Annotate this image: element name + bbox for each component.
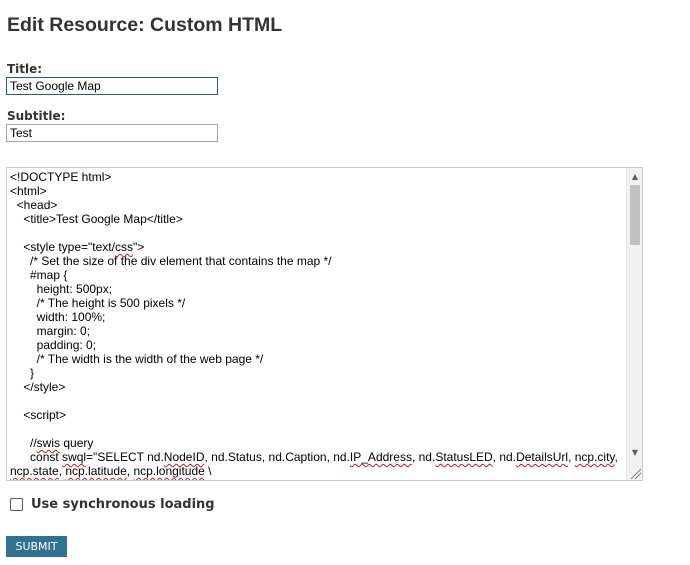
editor-line: }	[10, 366, 35, 380]
editor-line: padding: 0;	[10, 338, 97, 352]
title-input[interactable]	[6, 77, 218, 95]
triangle-down-icon[interactable]: ▼	[627, 446, 642, 460]
editor-line: width: 100%;	[10, 310, 106, 324]
scroll-thumb[interactable]	[630, 185, 640, 245]
editor-line: /* The width is the width of the web pag…	[10, 352, 264, 366]
editor-line: <!DOCTYPE html>	[10, 170, 112, 184]
page-title-prefix: Edit Resource:	[7, 14, 151, 36]
editor-line: /* The height is 500 pixels */	[10, 296, 186, 310]
editor-line: <script>	[10, 408, 67, 422]
editor-line: FROM Orion.Nodes nd JOIN Orion.NodeCusto…	[10, 478, 622, 480]
editor-line: const swql="SELECT nd.NodeID, nd.Status,…	[10, 450, 622, 478]
editor-scrollbar[interactable]: ▲ ▼	[626, 168, 642, 480]
editor-line: <title>Test Google Map</title>	[10, 212, 183, 226]
html-code-editor[interactable]: <!DOCTYPE html> <html> <head> <title>Test…	[6, 167, 643, 481]
page-title-name: Custom HTML	[150, 14, 283, 36]
subtitle-label: Subtitle:	[7, 109, 66, 123]
editor-line: height: 500px;	[10, 282, 113, 296]
editor-line: margin: 0;	[10, 324, 91, 338]
editor-line: <html>	[10, 184, 47, 198]
synchronous-loading-label[interactable]: Use synchronous loading	[31, 497, 215, 512]
editor-line: </style>	[10, 380, 66, 394]
editor-line: <head>	[10, 198, 58, 212]
triangle-up-icon[interactable]: ▲	[627, 170, 642, 184]
submit-button[interactable]: SUBMIT	[6, 536, 67, 557]
title-label: Title:	[7, 62, 43, 76]
editor-line: /* Set the size of the div element that …	[10, 254, 332, 268]
editor-line: #map {	[10, 268, 68, 282]
editor-line: <style type="text/css">	[10, 240, 145, 254]
page-title: Edit Resource: Custom HTML	[7, 14, 282, 37]
editor-line: //swis query	[10, 436, 94, 450]
synchronous-loading-option[interactable]: Use synchronous loading	[10, 497, 215, 512]
synchronous-loading-checkbox[interactable]	[10, 498, 23, 511]
editor-content[interactable]: <!DOCTYPE html> <html> <head> <title>Test…	[10, 170, 622, 480]
subtitle-input[interactable]	[6, 124, 218, 142]
resize-grip-icon[interactable]	[629, 467, 641, 479]
